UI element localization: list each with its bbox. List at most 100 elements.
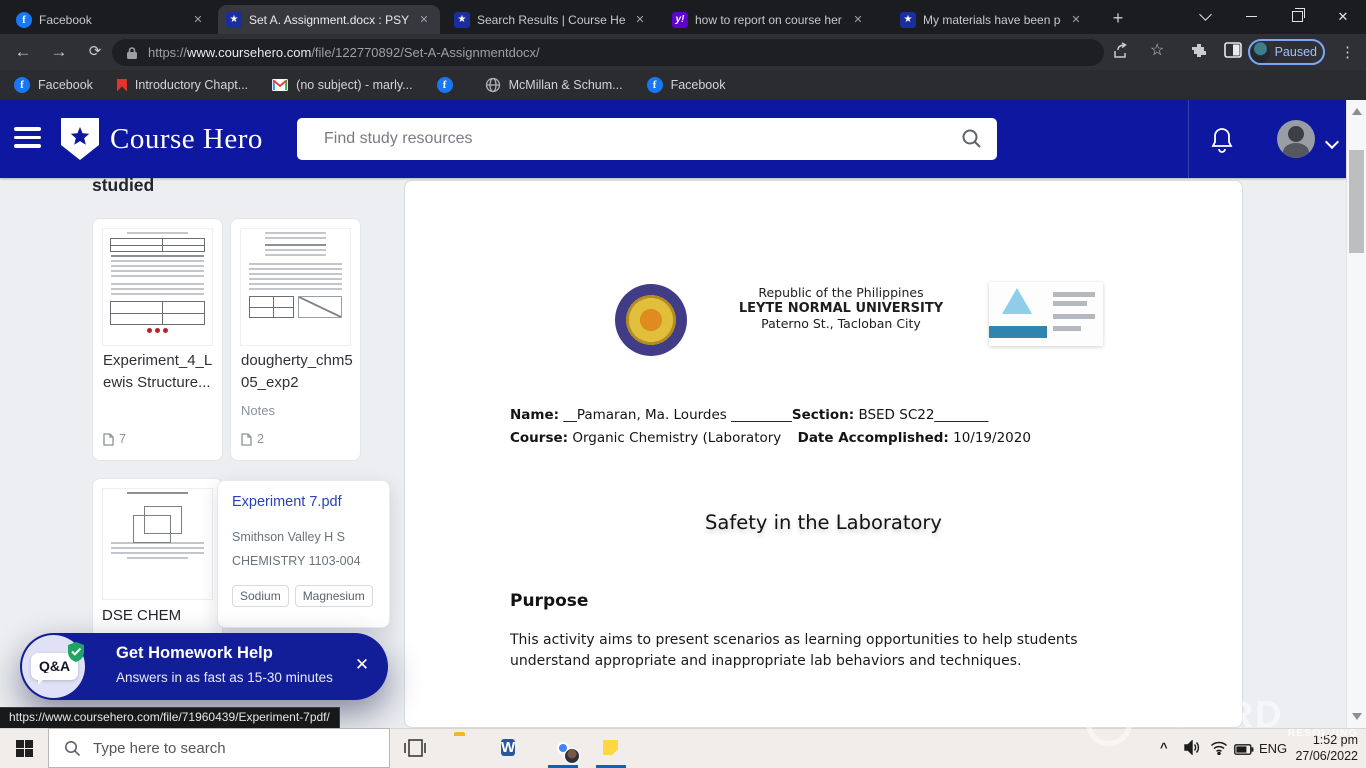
window-close-button[interactable]: ✕: [1320, 1, 1366, 32]
page-count: 2: [241, 432, 264, 446]
extensions-puzzle-icon[interactable]: [1190, 42, 1208, 65]
search-icon[interactable]: [961, 128, 983, 155]
tag-chip[interactable]: Magnesium: [295, 585, 373, 607]
scroll-up-arrow-icon[interactable]: [1352, 108, 1362, 115]
scrollbar-thumb[interactable]: [1349, 150, 1364, 253]
browser-avatar: [1251, 42, 1270, 63]
date-value: 10/19/2020: [953, 430, 1031, 446]
tab-search-chevron-icon[interactable]: [1182, 1, 1228, 32]
side-panel-icon[interactable]: [1224, 42, 1242, 63]
word-button[interactable]: W: [501, 735, 515, 760]
tab-assignment-active[interactable]: ★ Set A. Assignment.docx : PSY ✕: [218, 5, 440, 34]
accreditation-logo: [989, 282, 1103, 346]
volume-icon[interactable]: [1184, 728, 1201, 768]
popup-close-icon[interactable]: ✕: [351, 654, 373, 676]
battery-icon[interactable]: [1234, 728, 1254, 768]
address-bar[interactable]: https://www.coursehero.com/file/12277089…: [112, 39, 1104, 66]
doc-title[interactable]: dougherty_chm505_exp2: [241, 350, 355, 393]
taskbar-search-input[interactable]: [91, 739, 335, 758]
section-label: Section:: [792, 407, 854, 423]
coursehero-wordmark: Course Hero: [110, 123, 263, 156]
tray-chevron-up-icon[interactable]: ^: [1160, 728, 1168, 768]
tab-facebook[interactable]: f Facebook ✕: [8, 5, 214, 34]
yahoo-favicon-icon: y!: [672, 12, 688, 28]
preview-tags: Sodium Magnesium: [232, 585, 373, 607]
user-avatar[interactable]: [1277, 120, 1315, 158]
clock-time: 1:52 pm: [1284, 732, 1358, 748]
related-doc-card-3[interactable]: DSE CHEM: [92, 478, 223, 648]
bookmark-facebook-3[interactable]: f Facebook: [647, 77, 726, 93]
document-name-line: Name: __Pamaran, Ma. Lourdes _________Se…: [510, 407, 988, 423]
bookmark-introductory[interactable]: Introductory Chapt...: [117, 78, 248, 92]
tab-strip: f Facebook ✕ ★ Set A. Assignment.docx : …: [0, 0, 1366, 34]
url-scheme: https://: [148, 45, 187, 60]
start-button[interactable]: [0, 728, 48, 768]
page-count-value: 2: [257, 432, 264, 446]
tab-close-icon[interactable]: ✕: [416, 12, 432, 28]
task-view-button[interactable]: [402, 735, 428, 766]
status-bar-url: https://www.coursehero.com/file/71960439…: [0, 707, 340, 729]
site-search-box[interactable]: [297, 118, 997, 160]
page-scrollbar[interactable]: [1346, 100, 1366, 728]
facebook-icon: f: [647, 77, 663, 93]
hamburger-menu-icon[interactable]: [14, 127, 41, 153]
forward-button[interactable]: →: [46, 41, 72, 63]
doc-title[interactable]: Experiment_4_Lewis Structure...: [103, 350, 217, 393]
tab-close-icon[interactable]: ✕: [1068, 12, 1084, 28]
bookmark-mcmillan[interactable]: McMillan & Schum...: [485, 77, 623, 93]
facebook-icon: f: [437, 77, 453, 93]
document-letterhead: Republic of the Philippines LEYTE NORMAL…: [711, 285, 971, 332]
bookmark-facebook[interactable]: f Facebook: [14, 77, 93, 93]
bookmark-gmail[interactable]: (no subject) - marly...: [272, 78, 412, 92]
back-button[interactable]: ←: [10, 41, 36, 63]
tab-my-materials[interactable]: ★ My materials have been post ✕: [892, 5, 1092, 34]
reload-button[interactable]: ⟳: [82, 41, 108, 63]
window-minimize-button[interactable]: [1228, 1, 1274, 32]
share-icon[interactable]: [1112, 42, 1130, 65]
document-course-line: Course: Organic Chemistry (Laboratory Da…: [510, 430, 1031, 446]
tab-title: how to report on course her: [695, 13, 843, 27]
browser-menu-icon[interactable]: ⋮: [1340, 43, 1355, 61]
doc-title[interactable]: DSE CHEM: [102, 607, 181, 624]
profile-chevron-down-icon[interactable]: [1327, 134, 1337, 152]
course-label: Course:: [510, 430, 568, 446]
window-restore-button[interactable]: [1274, 1, 1320, 32]
taskbar-clock[interactable]: 1:52 pm 27/06/2022: [1284, 732, 1358, 764]
tab-close-icon[interactable]: ✕: [850, 12, 866, 28]
tab-close-icon[interactable]: ✕: [190, 12, 206, 28]
header-divider: [1188, 100, 1189, 178]
language-indicator[interactable]: ENG: [1259, 728, 1287, 768]
bookmark-label: Facebook: [38, 78, 93, 92]
preview-course: CHEMISTRY 1103-004: [232, 554, 361, 568]
clock-date: 27/06/2022: [1284, 748, 1358, 764]
red-bookmark-icon: [117, 79, 127, 92]
bookmark-star-icon[interactable]: ☆: [1150, 40, 1164, 60]
name-value: __Pamaran, Ma. Lourdes _________: [563, 407, 792, 423]
coursehero-logo[interactable]: Course Hero: [60, 117, 263, 161]
related-doc-card-1[interactable]: Experiment_4_Lewis Structure... 7: [92, 218, 223, 461]
lock-icon: [126, 46, 138, 60]
preview-school: Smithson Valley H S: [232, 530, 345, 544]
profile-paused-button[interactable]: Paused: [1248, 39, 1325, 65]
popup-title: Get Homework Help: [116, 644, 273, 663]
related-doc-card-2[interactable]: dougherty_chm505_exp2 Notes 2: [230, 218, 361, 461]
scroll-down-arrow-icon[interactable]: [1352, 713, 1362, 720]
notifications-bell-icon[interactable]: [1209, 126, 1235, 159]
tab-yahoo-search[interactable]: y! how to report on course her ✕: [664, 5, 874, 34]
doc-type-label: Notes: [241, 403, 275, 418]
taskbar-search-box[interactable]: [48, 728, 390, 768]
tag-chip[interactable]: Sodium: [232, 585, 289, 607]
purpose-heading: Purpose: [510, 591, 588, 611]
search-icon: [64, 740, 81, 757]
wifi-icon[interactable]: [1210, 728, 1228, 768]
tab-search-results[interactable]: ★ Search Results | Course Hero ✕: [446, 5, 656, 34]
url-domain: www.coursehero.com: [187, 45, 311, 60]
coursehero-favicon-icon: ★: [226, 12, 242, 28]
homework-help-popup[interactable]: Q&A Get Homework Help Answers in as fast…: [20, 633, 388, 700]
bookmark-facebook-2[interactable]: f: [437, 77, 461, 93]
coursehero-shield-icon: [60, 117, 100, 161]
new-tab-button[interactable]: +: [1106, 7, 1130, 31]
tab-close-icon[interactable]: ✕: [632, 12, 648, 28]
preview-doc-link[interactable]: Experiment 7.pdf: [232, 494, 342, 510]
site-search-input[interactable]: [297, 118, 997, 160]
